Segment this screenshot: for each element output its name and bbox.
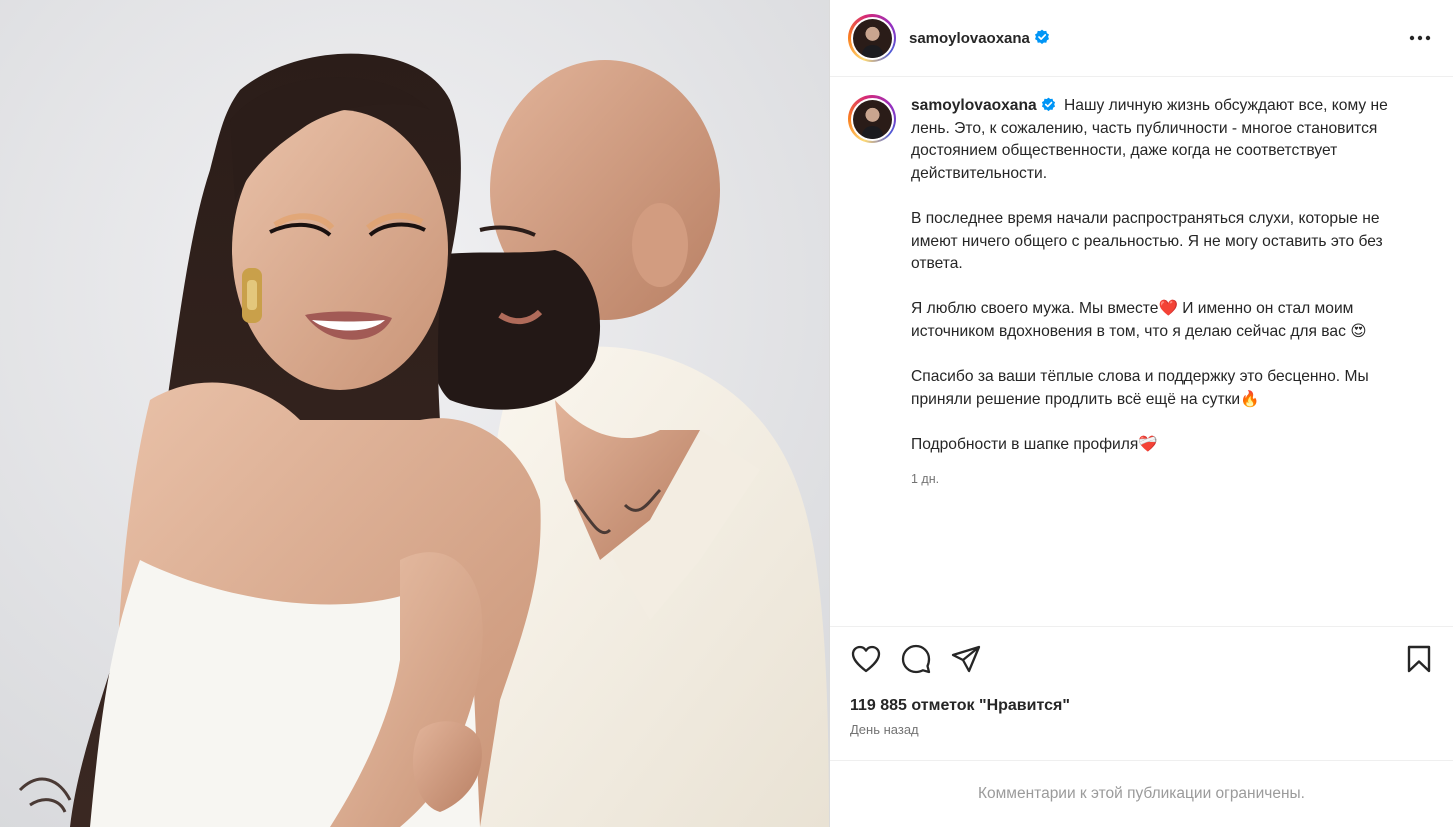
caption-author-avatar[interactable] [848, 95, 896, 143]
caption-paragraph-1: samoylovaoxana Нашу личную жизнь обсужда… [911, 97, 1388, 182]
post-photo[interactable] [0, 0, 829, 827]
post-details-panel: samoylovaoxana samoylovaoxana Нашу личну… [829, 0, 1453, 827]
caption-username[interactable]: samoylovaoxana [911, 97, 1056, 114]
author-username[interactable]: samoylovaoxana [909, 29, 1050, 47]
post-actions-bar [830, 626, 1453, 694]
heart-icon [851, 645, 881, 673]
comment-button[interactable] [898, 641, 934, 677]
post-timestamp[interactable]: День назад [850, 722, 919, 737]
verified-badge-icon [1041, 97, 1055, 112]
share-icon [951, 645, 981, 673]
verified-badge-icon [1034, 29, 1049, 44]
more-options-icon [1409, 35, 1431, 41]
save-button[interactable] [1401, 641, 1437, 677]
comments-limited-notice: Комментарии к этой публикации ограничены… [830, 760, 1453, 827]
profile-photo-icon [852, 18, 892, 58]
comment-icon [901, 644, 931, 674]
couple-photo-illustration [0, 0, 829, 827]
bookmark-icon [1407, 645, 1431, 673]
caption-paragraph-3: Я люблю своего мужа. Мы вместе❤️ И именн… [911, 300, 1367, 340]
caption-paragraph-5: Подробности в шапке профиля❤️‍🩹 [911, 435, 1158, 453]
caption-text: samoylovaoxana Нашу личную жизнь обсужда… [911, 95, 1421, 627]
more-options-button[interactable] [1405, 23, 1435, 53]
author-avatar[interactable] [848, 14, 896, 62]
caption-paragraph-2: В последнее время начали распространятьс… [911, 209, 1383, 273]
instagram-post-view: samoylovaoxana samoylovaoxana Нашу личну… [0, 0, 1453, 827]
profile-photo-icon [852, 99, 892, 139]
caption-section: samoylovaoxana Нашу личную жизнь обсужда… [830, 77, 1453, 627]
post-header: samoylovaoxana [830, 0, 1453, 77]
caption-paragraph-4: Спасибо за ваши тёплые слова и поддержку… [911, 368, 1369, 408]
share-button[interactable] [948, 641, 984, 677]
caption-age[interactable]: 1 дн. [911, 468, 1421, 491]
like-button[interactable] [848, 641, 884, 677]
likes-count[interactable]: 119 885 отметок "Нравится" [850, 697, 1070, 715]
